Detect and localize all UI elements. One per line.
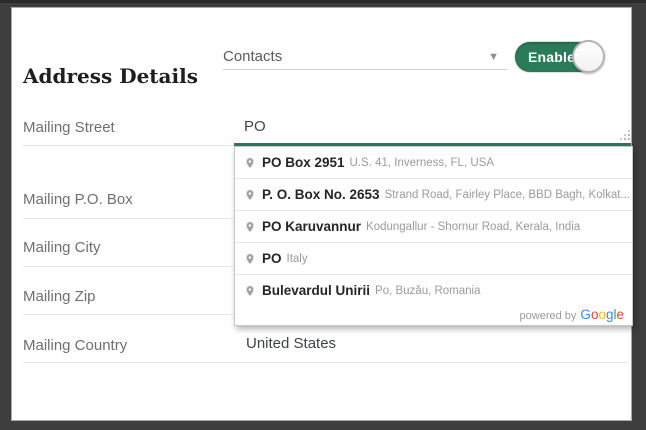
mailing-country-input[interactable]: United States <box>246 335 336 352</box>
page-title: Address Details <box>23 64 198 88</box>
suggestion-main-text: PO <box>262 251 282 266</box>
google-logo-letter: G <box>580 307 591 322</box>
powered-by-text: powered by <box>520 310 577 322</box>
autocomplete-suggestion[interactable]: Bulevardul Unirii Po, Buzău, Romania <box>235 275 632 306</box>
suggestion-secondary-text: Po, Buzău, Romania <box>375 285 480 297</box>
chevron-down-icon: ▼ <box>488 51 499 63</box>
field-label-mailing-city: Mailing City <box>23 239 101 256</box>
suggestion-secondary-text: Strand Road, Fairley Place, BBD Bagh, Ko… <box>385 189 630 201</box>
autocomplete-suggestion[interactable]: PO Italy <box>235 243 632 275</box>
powered-by-google: powered byGoogle <box>235 306 632 325</box>
suggestion-secondary-text: Italy <box>287 253 308 265</box>
textarea-resize-grip[interactable] <box>618 128 632 142</box>
autocomplete-suggestion[interactable]: PO Box 2951 U.S. 41, Inverness, FL, USA <box>235 147 632 179</box>
google-logo-letter: o <box>598 307 606 322</box>
select-underline <box>223 69 507 70</box>
places-autocomplete-dropdown: PO Box 2951 U.S. 41, Inverness, FL, USA … <box>234 146 633 326</box>
autocomplete-suggestion[interactable]: P. O. Box No. 2653 Strand Road, Fairley … <box>235 179 632 211</box>
suggestion-main-text: P. O. Box No. 2653 <box>262 187 380 202</box>
map-pin-icon <box>244 155 256 171</box>
suggestion-main-text: PO Karuvannur <box>262 219 361 234</box>
enable-toggle[interactable]: Enable <box>515 42 601 72</box>
enable-toggle-label: Enable <box>528 42 575 72</box>
map-pin-icon <box>244 283 256 299</box>
row-divider <box>23 362 628 363</box>
suggestion-secondary-text: Kodungallur - Shornur Road, Kerala, Indi… <box>366 221 580 233</box>
field-label-mailing-zip: Mailing Zip <box>23 288 96 305</box>
suggestion-secondary-text: U.S. 41, Inverness, FL, USA <box>350 157 494 169</box>
field-label-mailing-street: Mailing Street <box>23 119 115 136</box>
street-input-focus-underline <box>234 143 631 146</box>
suggestion-main-text: Bulevardul Unirii <box>262 283 370 298</box>
map-pin-icon <box>244 219 256 235</box>
module-select[interactable]: Contacts ▼ <box>223 46 507 70</box>
address-details-panel: Contacts ▼ Enable Address Details Mailin… <box>11 7 632 421</box>
map-pin-icon <box>244 251 256 267</box>
autocomplete-suggestion[interactable]: PO Karuvannur Kodungallur - Shornur Road… <box>235 211 632 243</box>
field-label-mailing-po-box: Mailing P.O. Box <box>23 191 133 208</box>
module-select-value: Contacts <box>223 48 282 65</box>
mailing-street-input[interactable]: PO <box>244 118 266 135</box>
toggle-knob[interactable] <box>572 40 605 73</box>
map-pin-icon <box>244 187 256 203</box>
window-frame-edge <box>0 0 646 3</box>
field-label-mailing-country: Mailing Country <box>23 337 127 354</box>
suggestion-main-text: PO Box 2951 <box>262 155 345 170</box>
google-logo-letter: e <box>616 307 624 322</box>
row-divider <box>23 145 234 146</box>
